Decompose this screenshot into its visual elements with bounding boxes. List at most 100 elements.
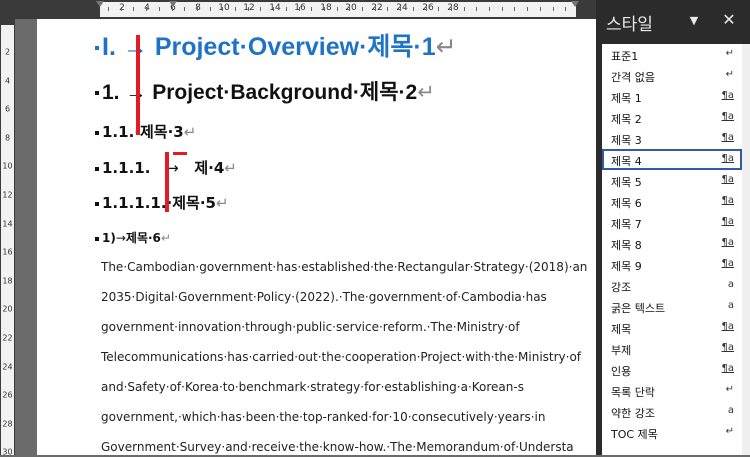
ruler-minor-tick — [260, 7, 262, 11]
style-item[interactable]: 제목 9 ¶a — [602, 254, 742, 275]
style-list[interactable]: 표준1 ↵ 간격 없음 ↵ 제목 1 ¶a 제목 2 ¶a 제목 3 ¶a 제목 4 ¶a 제목 5 ¶a… — [602, 44, 750, 455]
style-item[interactable]: 제목 6 ¶a — [602, 191, 742, 212]
horizontal-ruler[interactable]: 246810121416182022242628 — [0, 0, 596, 19]
ruler-tick-label: 20 — [2, 304, 13, 314]
ruler-minor-tick — [336, 7, 338, 11]
style-name: TOC 제목 — [611, 428, 658, 441]
style-name: 제목 2 — [611, 113, 642, 126]
annotation-arrow — [173, 152, 187, 155]
left-indent-marker[interactable] — [96, 1, 104, 7]
paragraph-mark: ↵ — [224, 159, 237, 177]
linked-style-icon: ¶a — [721, 132, 735, 143]
style-item[interactable]: 제목 8 ¶a — [602, 233, 742, 254]
body-line[interactable]: 2035·Digital·Government·Policy·(2022).·T… — [101, 290, 596, 304]
ruler-minor-tick — [400, 7, 402, 11]
body-line[interactable]: Telecommunications·has·carried·out·the·c… — [101, 350, 596, 364]
heading-6[interactable]: 1)→제목·6↵ — [95, 229, 171, 246]
ruler-minor-tick — [362, 7, 363, 11]
document-page[interactable]: I. → Project·Overview·제목·1↵ 1. → Project… — [37, 19, 596, 455]
linked-style-icon: ¶a — [721, 363, 735, 374]
style-item[interactable]: 제목 2 ¶a — [602, 107, 742, 128]
style-item[interactable]: 제목 1 ¶a — [602, 86, 742, 107]
style-item[interactable]: TOC 제목 ↵ — [602, 422, 742, 443]
style-name: 제목 7 — [611, 218, 642, 231]
paragraph-mark: ↵ — [417, 81, 435, 104]
document-area[interactable]: I. → Project·Overview·제목·1↵ 1. → Project… — [15, 19, 596, 455]
style-item[interactable]: 간격 없음 ↵ — [602, 65, 742, 86]
styles-pane: 스타일 ▼ ✕ 표준1 ↵ 간격 없음 ↵ 제목 1 ¶a 제목 2 ¶a 제목 3 ¶a 제목 4… — [596, 0, 750, 455]
close-icon[interactable]: ✕ — [720, 11, 738, 29]
ruler-minor-tick — [489, 7, 490, 11]
heading-3[interactable]: 1.1.·제목·3↵ — [95, 121, 196, 142]
style-item[interactable]: 제목 3 ¶a — [602, 128, 742, 149]
heading-5[interactable]: 1.1.1.1.·제목·5↵ — [95, 192, 229, 213]
heading-2[interactable]: 1. → Project·Background·제목·2↵ — [95, 76, 435, 106]
ruler-tick-label: 24 — [396, 3, 408, 13]
body-line[interactable]: government·innovation·through·public·ser… — [101, 320, 596, 334]
heading-text: ·제목·3 — [134, 123, 184, 141]
scrollbar[interactable] — [742, 44, 750, 455]
ruler-tick-label: 10 — [2, 161, 13, 171]
style-item[interactable]: 제목 5 ¶a — [602, 170, 742, 191]
body-line[interactable]: The·Cambodian·government·has·established… — [101, 260, 596, 274]
ruler-tick-label: 18 — [2, 276, 13, 286]
style-name: 강조 — [611, 281, 632, 294]
ruler-tick-label: 12 — [2, 190, 13, 200]
ruler-minor-tick — [565, 7, 567, 11]
body-line[interactable]: government,·which·has·been·the·top-ranke… — [101, 410, 596, 424]
style-item[interactable]: 약한 강조 a — [602, 401, 742, 422]
style-item[interactable]: 강조 a — [602, 275, 742, 296]
ruler-tick-label: 22 — [2, 333, 13, 343]
body-line[interactable]: and·Safety·of·Korea·to·benchmark·strateg… — [101, 380, 596, 394]
linked-style-icon: ¶a — [721, 216, 735, 227]
style-item[interactable]: 부제 ¶a — [602, 338, 742, 359]
style-item[interactable]: 목록 단락 ↵ — [602, 380, 742, 401]
ruler-tick-label: 6 — [4, 104, 11, 114]
ruler-minor-tick — [374, 7, 376, 11]
first-line-indent-marker[interactable] — [169, 1, 177, 7]
paragraph-style-icon: ↵ — [725, 69, 734, 80]
style-item[interactable]: 표준1 ↵ — [602, 44, 742, 65]
ruler-minor-tick — [108, 7, 109, 11]
right-indent-marker[interactable] — [571, 1, 579, 7]
style-item[interactable]: 굵은 텍스트 a — [602, 296, 742, 317]
ruler-tick-label: 8 — [4, 133, 11, 143]
heading-number: 1) — [102, 231, 116, 245]
body-line[interactable]: Government·Survey·and·receive·the·know-h… — [101, 440, 596, 454]
ruler-tick-label: 22 — [371, 3, 383, 13]
style-name: 제목 — [611, 323, 632, 336]
linked-style-icon: ¶a — [721, 90, 735, 101]
linked-style-icon: ¶a — [721, 174, 735, 185]
ruler-minor-tick — [463, 7, 465, 11]
ruler-tick-label: 2 — [4, 47, 11, 57]
style-name: 약한 강조 — [611, 407, 655, 420]
ruler-tick-label: 16 — [2, 247, 13, 257]
ruler-minor-tick — [311, 7, 313, 11]
ruler-minor-tick — [146, 7, 148, 11]
style-item[interactable]: 제목 7 ¶a — [602, 212, 742, 233]
linked-style-icon: ¶a — [721, 111, 735, 122]
style-name: 인용 — [611, 365, 632, 378]
ruler-minor-tick — [209, 7, 211, 11]
heading-text: 제목·6 — [125, 231, 161, 245]
style-item[interactable]: 인용 ¶a — [602, 359, 742, 380]
ruler-minor-tick — [501, 7, 503, 11]
heading-number: 1.1.1. — [102, 159, 151, 177]
paragraph-mark: ↵ — [160, 231, 171, 245]
para-bullet — [95, 91, 99, 96]
ruler-tick-label: 10 — [218, 3, 230, 13]
heading-1[interactable]: I. → Project·Overview·제목·1↵ — [95, 27, 457, 63]
style-item[interactable]: 제목 ¶a — [602, 317, 742, 338]
ruler-minor-tick — [196, 7, 198, 11]
style-item[interactable]: 제목 4 ¶a — [602, 149, 742, 170]
ruler-tick-label: 4 — [4, 76, 11, 86]
paragraph-mark: ↵ — [183, 123, 197, 141]
style-name: 제목 4 — [611, 155, 642, 168]
paragraph-style-icon: ↵ — [725, 48, 734, 59]
pane-options-icon[interactable]: ▼ — [684, 13, 704, 29]
linked-style-icon: ¶a — [721, 321, 735, 332]
vertical-ruler[interactable]: 2 4 6 8 10 12 14 16 18 20 22 24 26 28 30 — [0, 19, 15, 457]
ruler-minor-tick — [235, 7, 236, 11]
ruler-minor-tick — [514, 7, 516, 11]
style-name: 부제 — [611, 344, 632, 357]
